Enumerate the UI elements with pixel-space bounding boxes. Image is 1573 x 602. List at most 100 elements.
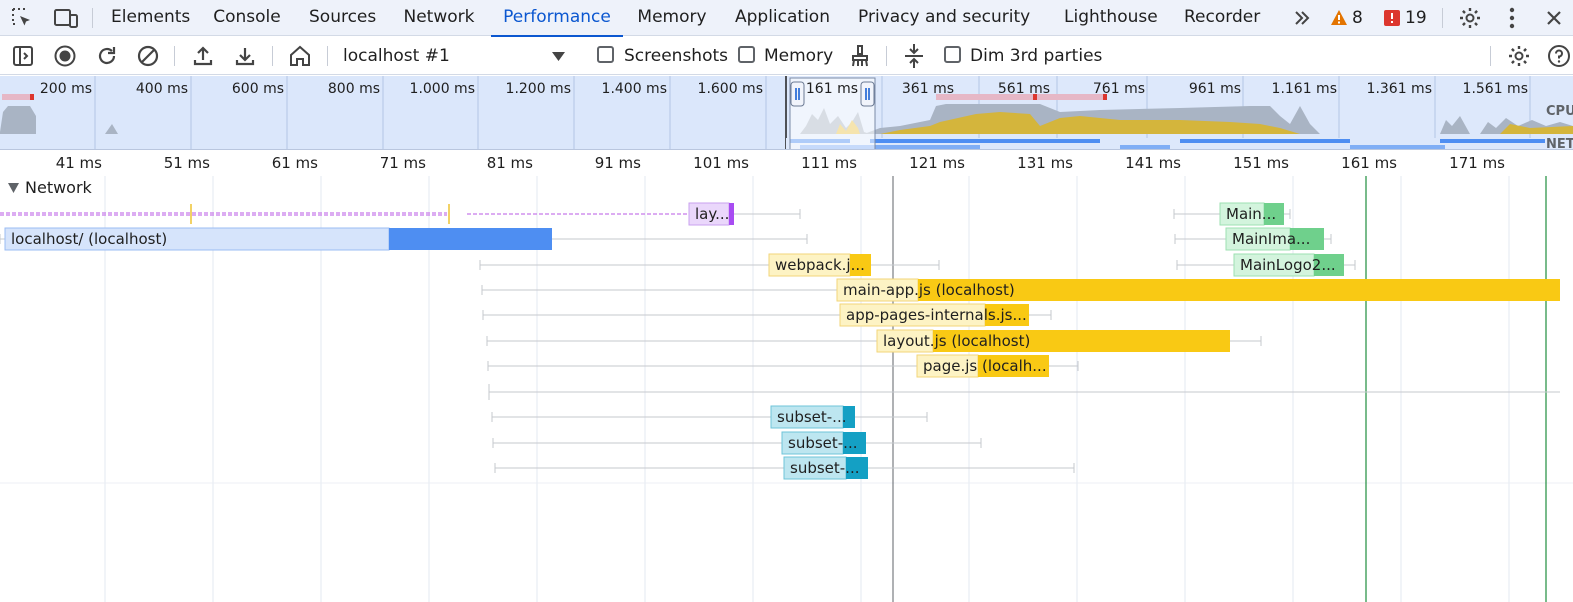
profile-select-value: localhost #1 [343,46,450,66]
tab-application[interactable]: Application [735,0,830,36]
overview-network-bar [1120,145,1170,149]
overview-cpu-activity [0,106,36,134]
ruler-tick-label: 131 ms [1017,154,1073,172]
request-label[interactable]: subset-... [782,432,858,454]
request-label[interactable]: layout.js (localhost) [877,330,1030,352]
overview-left-tick-label: 1.200 ms [505,81,571,97]
warnings-counter[interactable]: 8 [1330,0,1363,36]
more-tabs-chevron-icon[interactable] [1288,4,1316,32]
collect-garbage-broom-icon[interactable] [846,42,874,70]
help-icon[interactable] [1545,42,1573,70]
memory-checkbox[interactable] [738,46,755,63]
clear-icon[interactable] [134,42,162,70]
ruler-tick-label: 161 ms [1341,154,1397,172]
request-label[interactable]: MainIma... [1226,228,1310,250]
toolbar-separator [272,46,273,66]
tab-memory[interactable]: Memory [636,0,708,36]
request-bar-download [389,228,552,250]
warning-icon [1331,10,1347,25]
performance-toolbar: localhost #1 Screenshots Memory Dim 3rd … [0,37,1573,75]
overview-right-tick-label: 561 ms [997,81,1050,97]
warnings-count: 8 [1352,7,1363,28]
overview-left-tick-label: 1.400 ms [601,81,667,97]
tab-separator [1442,8,1443,28]
ruler-tick-label: 41 ms [55,154,102,172]
tab-elements[interactable]: Elements [111,0,190,36]
request-label[interactable]: subset-... [771,406,847,428]
reload-and-record-icon[interactable] [93,42,121,70]
settings-gear-icon[interactable] [1456,4,1484,32]
tab-performance[interactable]: Performance [491,0,623,37]
download-profile-icon[interactable] [231,42,259,70]
network-track-header[interactable]: Network [8,178,92,197]
request-label[interactable]: MainLogo2... [1234,254,1336,276]
ruler-tick-label: 91 ms [594,154,641,172]
overview-right-tick-label: 961 ms [1188,81,1241,97]
overview-right-tick-label: 361 ms [901,81,954,97]
overview-right-tick-label: 1.361 ms [1366,81,1432,97]
tab-privacy-and-security[interactable]: Privacy and security [858,0,1030,36]
toolbar-separator [886,46,887,66]
ruler-tick-label: 111 ms [801,154,857,172]
overview-right-handle[interactable] [860,81,875,107]
request-bar-download [729,203,734,225]
toolbar-separator [1490,46,1491,66]
network-track-canvas [0,176,1573,602]
toolbar-separator [327,46,328,66]
capture-settings-gear-icon[interactable] [1505,42,1533,70]
ruler-tick-label: 141 ms [1125,154,1181,172]
ruler-tick-label: 71 ms [379,154,426,172]
screenshots-checkbox[interactable] [597,46,614,63]
request-label[interactable]: page.js (localh... [917,355,1047,377]
memory-label: Memory [764,46,834,66]
tab-recorder[interactable]: Recorder [1184,0,1260,36]
home-icon[interactable] [286,42,314,70]
overview-right-tick-label: 761 ms [1092,81,1145,97]
overview-right-tick-label: 1.161 ms [1271,81,1337,97]
device-toolbar-icon[interactable] [52,4,80,32]
inspect-element-icon[interactable] [8,4,36,32]
overview-left-handle[interactable] [790,81,805,107]
ruler-tick-label: 61 ms [271,154,318,172]
screenshots-label: Screenshots [624,46,729,66]
network-track: Network lay... localhost/ (localhost) webp… [0,176,1573,602]
triangle-expand-icon [8,182,19,193]
upload-profile-icon[interactable] [189,42,217,70]
request-label[interactable]: Main... [1220,203,1276,225]
network-track-title: Network [25,178,92,197]
overview-left-tick-label: 400 ms [135,81,188,97]
tab-network[interactable]: Network [403,0,475,36]
errors-counter[interactable]: 19 [1383,0,1427,36]
request-label[interactable]: app-pages-internals.js... [840,304,1027,326]
request-label[interactable]: subset-... [784,457,860,479]
timeline-ruler: 41 ms 51 ms 61 ms 71 ms 81 ms 91 ms 101 ms 111 … [0,150,1573,176]
timeline-overview[interactable]: 200 ms 400 ms 600 ms 800 ms 1.000 ms 1.200 ms… [0,76,1573,150]
overview-left-tick-label: 800 ms [327,81,380,97]
request-label[interactable]: lay... [689,203,729,225]
toggle-sidebar-icon[interactable] [9,42,37,70]
devtools-tab-bar: Elements Console Sources Network Perform… [0,0,1573,37]
request-label[interactable]: webpack.j... [769,254,865,276]
overview-network-bar [1180,139,1350,143]
errors-count: 19 [1405,7,1427,28]
overview-right-tick-label: 1.561 ms [1462,81,1528,97]
overview-cpu-label: CPU [1546,104,1573,119]
overview-left-tick-label: 200 ms [39,81,92,97]
overview-left-tick-label: 1.000 ms [409,81,475,97]
collapse-tracks-icon[interactable] [900,42,928,70]
close-devtools-icon[interactable] [1540,4,1568,32]
tab-lighthouse[interactable]: Lighthouse [1064,0,1158,36]
request-label[interactable]: main-app.js (localhost) [837,279,1015,301]
dim-3rd-parties-checkbox[interactable] [944,46,961,63]
record-button-icon[interactable] [51,42,79,70]
profile-select[interactable]: localhost #1 [333,37,573,75]
request-label[interactable]: localhost/ (localhost) [5,228,167,250]
more-options-icon[interactable] [1498,4,1526,32]
tab-console[interactable]: Console [213,0,281,36]
overview-right-tick-label: 161 ms [805,81,858,97]
overview-network-bar [870,139,1100,143]
tab-sources[interactable]: Sources [309,0,376,36]
overview-network-bar [1350,145,1445,149]
overview-long-task-marker [30,94,34,100]
ruler-tick-label: 101 ms [693,154,749,172]
